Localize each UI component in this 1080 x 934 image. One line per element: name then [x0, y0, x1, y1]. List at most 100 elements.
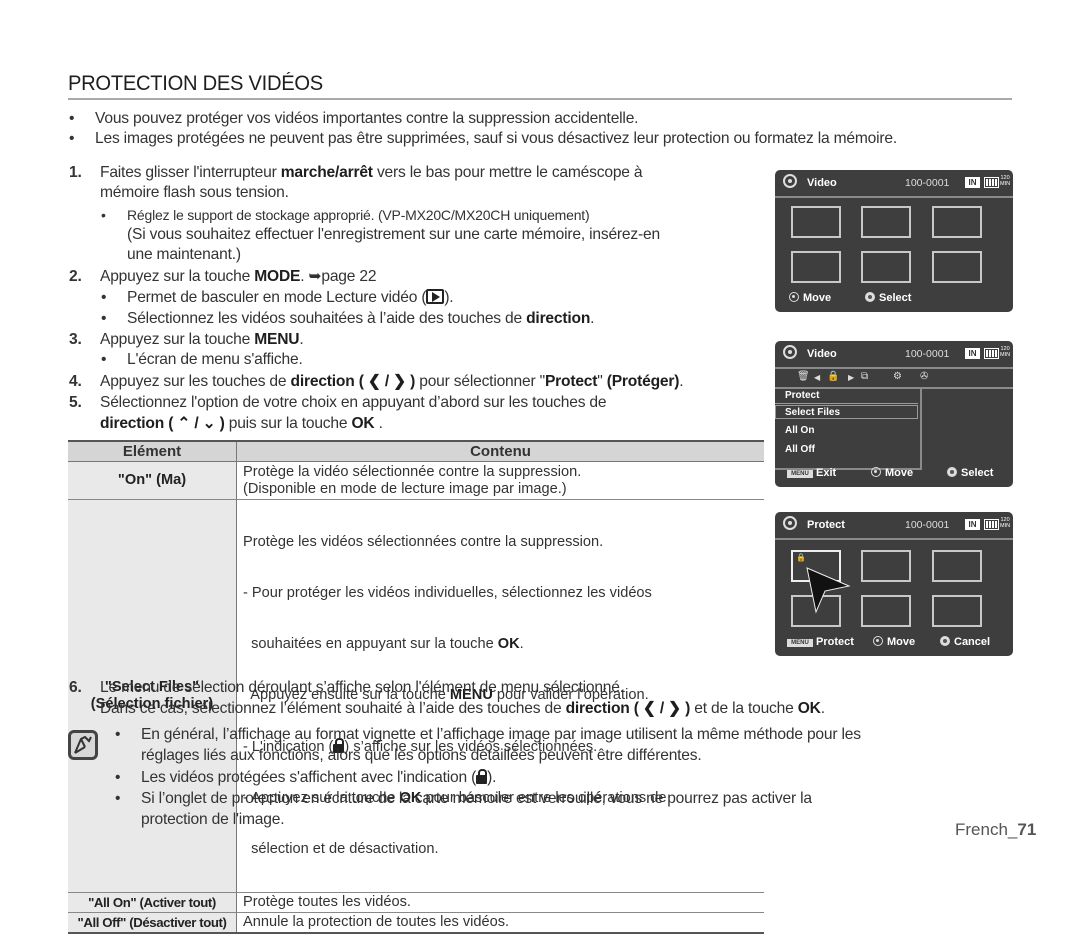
- video-mode-icon: [783, 345, 797, 359]
- thumbnail[interactable]: [861, 206, 911, 238]
- step-text: puis sur la touche: [228, 415, 352, 432]
- thumbnail[interactable]: [932, 251, 982, 283]
- thumbnail[interactable]: [932, 550, 982, 582]
- step-text: .: [299, 331, 304, 348]
- internal-memory-icon: IN: [965, 348, 980, 359]
- step-5: 5. Sélectionnez l'option de votre choix …: [69, 392, 607, 413]
- step-3: 3. Appuyez sur la touche MENU.: [69, 329, 304, 350]
- step-2-sub: Sélectionnez les vidéos souhaitées à l’a…: [101, 308, 595, 329]
- step-text: Sélectionnez l'option de votre choix en …: [100, 394, 607, 411]
- cursor-arrow-icon: [806, 567, 851, 614]
- up-down-arrows-icon: ( ⌃ / ⌄ ): [164, 415, 229, 432]
- hint-label: Cancel: [954, 636, 991, 648]
- thumbnail[interactable]: [861, 251, 911, 283]
- menu-item-select-files[interactable]: Select Files: [785, 407, 840, 418]
- step-text: ": [597, 373, 607, 390]
- thumbnail[interactable]: [932, 595, 982, 627]
- step-keyword: MODE: [254, 268, 301, 285]
- step-text: Sélectionnez les vidéos souhaitées à l’a…: [127, 310, 527, 327]
- title-divider: [68, 98, 1012, 100]
- step-keyword: direction: [290, 373, 355, 390]
- step-1-sub: Réglez le support de stockage approprié.…: [101, 205, 590, 226]
- table-header: Elément: [68, 440, 237, 462]
- note-pencil-icon: [68, 730, 98, 760]
- table-row: "All On" (Activer tout) Protège toutes l…: [68, 892, 764, 913]
- video-playback-icon: [426, 289, 445, 304]
- internal-memory-icon: IN: [965, 177, 980, 188]
- screen-title: Video: [807, 348, 837, 360]
- exit-hint: MENU Exit: [787, 467, 836, 479]
- step-keyword: direction: [565, 700, 630, 717]
- delete-tab-icon[interactable]: 🗑: [797, 371, 810, 382]
- step-text: Appuyez sur la touche: [100, 268, 255, 285]
- camera-screen-thumbnails: Video 100-0001 IN 120 MIN Move Select: [775, 170, 1013, 312]
- step-text: Dans ce cas, sélectionnez l’élément souh…: [100, 700, 566, 717]
- step-keyword: marche/arrêt: [280, 164, 373, 181]
- settings-tab-icon[interactable]: ⚙: [893, 371, 902, 382]
- left-right-arrows-icon: ( ❮ / ❯ ): [629, 700, 695, 717]
- step-text: vers le bas pour mettre le caméscope à: [372, 164, 643, 181]
- step-text: pour sélectionner ": [419, 373, 545, 390]
- table-value-line: Protège les vidéos sélectionnées contre …: [243, 534, 604, 550]
- thumbnail[interactable]: [791, 251, 841, 283]
- step-text: Le menu de sélection déroulant s’affiche…: [100, 679, 624, 696]
- cancel-hint: Cancel: [940, 636, 990, 648]
- thumbnail[interactable]: [861, 595, 911, 627]
- video-mode-icon: [783, 174, 797, 188]
- step-keyword: direction: [526, 310, 591, 327]
- thumbnail[interactable]: [791, 206, 841, 238]
- text: souhaitées en appuyant sur la touche: [243, 636, 498, 652]
- intro-bullet: Vous pouvez protéger vos vidéos importan…: [69, 108, 639, 129]
- menu-item-all-on[interactable]: All On: [785, 425, 814, 436]
- step-text: .: [679, 373, 684, 390]
- step-6-line2: Dans ce cas, sélectionnez l’élément souh…: [100, 698, 825, 719]
- step-text: .: [590, 310, 595, 327]
- intro-bullet: Les images protégées ne peuvent pas être…: [69, 128, 897, 149]
- table-key: "All Off" (Désactiver tout): [68, 912, 237, 934]
- screen-footer: Move Select: [775, 292, 1013, 306]
- hint-label: Protect: [816, 636, 854, 648]
- thumbnail[interactable]: [861, 550, 911, 582]
- step-text: Permet de basculer en mode Lecture vidéo…: [127, 289, 427, 306]
- menu-divider: [775, 403, 918, 404]
- protect-menu: Protect Select Files All On All Off: [775, 388, 922, 470]
- step-text: Appuyez sur les touches de: [100, 373, 291, 390]
- menu-header: Protect: [785, 390, 820, 401]
- page-language: French_: [955, 820, 1018, 839]
- table-key: "On" (Ma): [68, 461, 237, 500]
- step-4: 4. Appuyez sur les touches de direction …: [69, 371, 684, 392]
- table-row: "On" (Ma) Protège la vidéo sélectionnée …: [68, 461, 764, 500]
- table-header: Contenu: [236, 440, 764, 462]
- page-number: French_71: [955, 820, 1036, 840]
- table-value-line: souhaitées en appuyant sur la touche OK.: [243, 636, 758, 653]
- tab-right-arrow-icon[interactable]: ▶: [848, 373, 854, 382]
- screen-header: Video 100-0001 IN 120 MIN: [775, 341, 1013, 369]
- direction-pad-icon: [873, 636, 883, 646]
- tab-left-arrow-icon[interactable]: ◀: [814, 373, 820, 382]
- step-text: Faites glisser l'interrupteur: [100, 164, 281, 181]
- table-value-line: - Pour protéger les vidéos individuelles…: [243, 585, 652, 601]
- protect-hint: MENU Protect: [787, 636, 854, 648]
- copy-tab-icon[interactable]: ⧉: [861, 371, 868, 382]
- thumbnail[interactable]: [932, 206, 982, 238]
- menu-item-all-off[interactable]: All Off: [785, 444, 815, 455]
- screen-footer: MENU Exit Move Select: [775, 467, 1013, 481]
- remaining-time-icon: 120 MIN: [1000, 175, 1010, 187]
- screen-title: Video: [807, 177, 837, 189]
- text: .: [519, 636, 524, 652]
- protect-tab-icon[interactable]: 🔒: [827, 371, 839, 382]
- left-right-arrows-icon: ( ❮ / ❯ ): [354, 373, 420, 390]
- direction-pad-icon: [789, 292, 799, 302]
- hint-label: Exit: [816, 467, 837, 479]
- page-title: PROTECTION DES VIDÉOS: [68, 72, 323, 95]
- move-hint: Move: [871, 467, 913, 479]
- camera-screen-menu: Video 100-0001 IN 120 MIN 🗑 ◀ 🔒 ▶ ⧉ ⚙ ✇ P…: [775, 341, 1013, 487]
- table-row: "All Off" (Désactiver tout) Annule la pr…: [68, 912, 764, 934]
- ok-button-icon: [947, 467, 957, 477]
- screen-title: Protect: [807, 519, 845, 531]
- table-value: Protège toutes les vidéos.: [236, 892, 764, 913]
- remaining-unit: MIN: [1000, 352, 1011, 358]
- step-number: 4.: [69, 373, 82, 390]
- select-hint: Select: [865, 292, 911, 304]
- other-tab-icon[interactable]: ✇: [920, 371, 928, 382]
